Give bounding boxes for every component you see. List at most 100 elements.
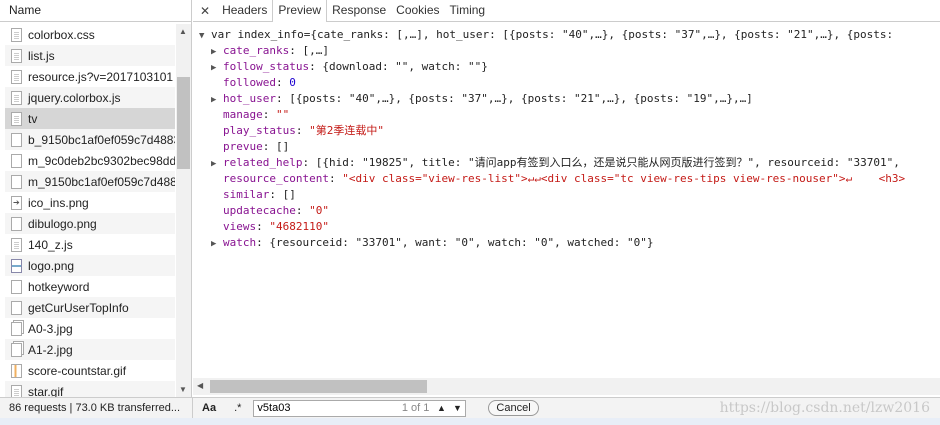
json-value: : bbox=[328, 172, 343, 185]
json-value: "<div class="view-res-list">↵↵<div class… bbox=[342, 172, 906, 185]
scroll-left-icon[interactable]: ◀ bbox=[197, 381, 203, 390]
request-name: dibulogo.png bbox=[28, 216, 97, 231]
json-key: hot_user bbox=[223, 92, 276, 105]
watermark: https://blog.csdn.net/lzw2016 bbox=[719, 400, 930, 416]
request-row[interactable]: m_9c0deb2bc9302bec98dde bbox=[5, 150, 175, 171]
request-list-panel: Name colorbox.css list.js resource.js?v=20… bbox=[0, 0, 192, 397]
json-line: play_status: "第2季连载中" bbox=[199, 123, 905, 139]
json-value: : [,…] bbox=[289, 44, 329, 57]
tab-preview[interactable]: Preview bbox=[272, 0, 328, 22]
json-line: followed: 0 bbox=[199, 75, 905, 91]
request-row[interactable]: list.js bbox=[5, 45, 175, 66]
file-icon bbox=[11, 300, 22, 315]
json-line: views: "4682110" bbox=[199, 219, 905, 235]
expand-triangle-icon[interactable]: ▶ bbox=[211, 92, 223, 108]
json-line[interactable]: ▶ hot_user: [{posts: "40",…}, {posts: "37… bbox=[199, 91, 905, 107]
file-icon bbox=[11, 195, 22, 210]
name-column-header[interactable]: Name bbox=[0, 0, 191, 22]
search-input[interactable] bbox=[254, 402, 402, 414]
file-icon bbox=[11, 174, 22, 189]
tab-response[interactable]: Response bbox=[327, 0, 391, 22]
json-key: resource_content bbox=[223, 172, 329, 185]
scroll-thumb[interactable] bbox=[210, 380, 427, 393]
request-name: colorbox.css bbox=[28, 27, 95, 42]
json-key: watch bbox=[223, 236, 257, 249]
json-value: : {download: "", watch: ""} bbox=[309, 60, 488, 73]
json-value: : bbox=[295, 204, 310, 217]
json-key: views bbox=[223, 220, 257, 233]
file-icon bbox=[11, 132, 22, 147]
json-line: prevue: [] bbox=[199, 139, 905, 155]
json-value: : bbox=[262, 108, 276, 121]
file-icon bbox=[11, 321, 22, 336]
request-name: tv bbox=[28, 111, 38, 126]
close-icon[interactable]: ✕ bbox=[193, 4, 217, 18]
file-icon bbox=[11, 48, 22, 63]
tab-cookies[interactable]: Cookies bbox=[391, 0, 444, 22]
request-name: A0-3.jpg bbox=[28, 321, 73, 336]
request-name: jquery.colorbox.js bbox=[28, 90, 121, 105]
file-icon bbox=[11, 279, 22, 294]
collapse-triangle-icon[interactable]: ▼ bbox=[199, 28, 211, 44]
json-value: : [] bbox=[269, 188, 296, 201]
request-row[interactable]: logo.png bbox=[5, 255, 175, 276]
horizontal-scrollbar[interactable]: ◀ bbox=[193, 378, 940, 395]
expand-triangle-icon[interactable]: ▶ bbox=[211, 44, 223, 60]
json-line[interactable]: ▶ cate_ranks: [,…] bbox=[199, 43, 905, 59]
request-row[interactable]: score-countstar.gif bbox=[5, 360, 175, 381]
json-key: followed bbox=[223, 76, 276, 89]
json-value: "" bbox=[276, 108, 290, 121]
request-row[interactable]: colorbox.css bbox=[5, 24, 175, 45]
request-list: colorbox.css list.js resource.js?v=2017103… bbox=[5, 24, 175, 397]
scroll-down-icon[interactable]: ▼ bbox=[179, 385, 187, 394]
json-line[interactable]: ▶ related_help: [{hid: "19825", title: "请… bbox=[199, 155, 905, 171]
request-name: hotkeyword bbox=[28, 279, 90, 294]
request-list-scrollbar[interactable]: ▲ ▼ bbox=[176, 24, 191, 397]
tab-timing[interactable]: Timing bbox=[445, 0, 491, 22]
request-name: A1-2.jpg bbox=[28, 342, 73, 357]
search-box: 1 of 1 ▲ ▼ bbox=[253, 399, 467, 417]
file-icon bbox=[11, 258, 22, 273]
window-bottom-edge bbox=[0, 418, 940, 425]
request-row[interactable]: m_9150bc1af0ef059c7d4883l bbox=[5, 171, 175, 192]
regex-toggle[interactable]: .* bbox=[234, 402, 241, 414]
file-icon bbox=[11, 216, 22, 231]
scroll-up-icon[interactable]: ▲ bbox=[179, 27, 187, 36]
json-line[interactable]: ▼ var index_info={cate_ranks: [,…], hot_u… bbox=[199, 27, 905, 43]
request-row[interactable]: getCurUserTopInfo bbox=[5, 297, 175, 318]
request-row[interactable]: star.gif bbox=[5, 381, 175, 397]
file-icon bbox=[11, 69, 22, 84]
json-line[interactable]: ▶ follow_status: {download: "", watch: ""… bbox=[199, 59, 905, 75]
next-match-button[interactable]: ▼ bbox=[449, 401, 465, 416]
scroll-thumb[interactable] bbox=[177, 77, 190, 169]
request-row[interactable]: resource.js?v=2017103101 bbox=[5, 66, 175, 87]
request-row[interactable]: A1-2.jpg bbox=[5, 339, 175, 360]
json-key: follow_status bbox=[223, 60, 310, 73]
request-summary: 86 requests | 73.0 KB transferred... bbox=[0, 397, 193, 419]
previous-match-button[interactable]: ▲ bbox=[433, 401, 449, 416]
request-row[interactable]: b_9150bc1af0ef059c7d4883b bbox=[5, 129, 175, 150]
json-line[interactable]: ▶ watch: {resourceid: "33701", want: "0",… bbox=[199, 235, 905, 251]
json-line: resource_content: "<div class="view-res-… bbox=[199, 171, 905, 187]
request-name: ico_ins.png bbox=[28, 195, 89, 210]
request-name: b_9150bc1af0ef059c7d4883b bbox=[28, 132, 175, 147]
expand-triangle-icon[interactable]: ▶ bbox=[211, 236, 223, 252]
request-row[interactable]: dibulogo.png bbox=[5, 213, 175, 234]
request-row[interactable]: tv bbox=[5, 108, 175, 129]
request-name: getCurUserTopInfo bbox=[28, 300, 129, 315]
tab-headers[interactable]: Headers bbox=[217, 0, 272, 22]
request-row[interactable]: 140_z.js bbox=[5, 234, 175, 255]
request-row[interactable]: jquery.colorbox.js bbox=[5, 87, 175, 108]
request-row[interactable]: ico_ins.png bbox=[5, 192, 175, 213]
match-case-toggle[interactable]: Aa bbox=[202, 402, 216, 414]
json-key: cate_ranks bbox=[223, 44, 290, 57]
request-row[interactable]: hotkeyword bbox=[5, 276, 175, 297]
json-value: "第2季连载中" bbox=[309, 124, 384, 137]
request-row[interactable]: A0-3.jpg bbox=[5, 318, 175, 339]
json-value: : bbox=[275, 76, 290, 89]
cancel-button[interactable]: Cancel bbox=[488, 400, 539, 416]
expand-triangle-icon[interactable]: ▶ bbox=[211, 60, 223, 76]
json-key: updatecache bbox=[223, 204, 296, 217]
expand-triangle-icon[interactable]: ▶ bbox=[211, 156, 223, 172]
json-key: related_help bbox=[223, 156, 303, 169]
